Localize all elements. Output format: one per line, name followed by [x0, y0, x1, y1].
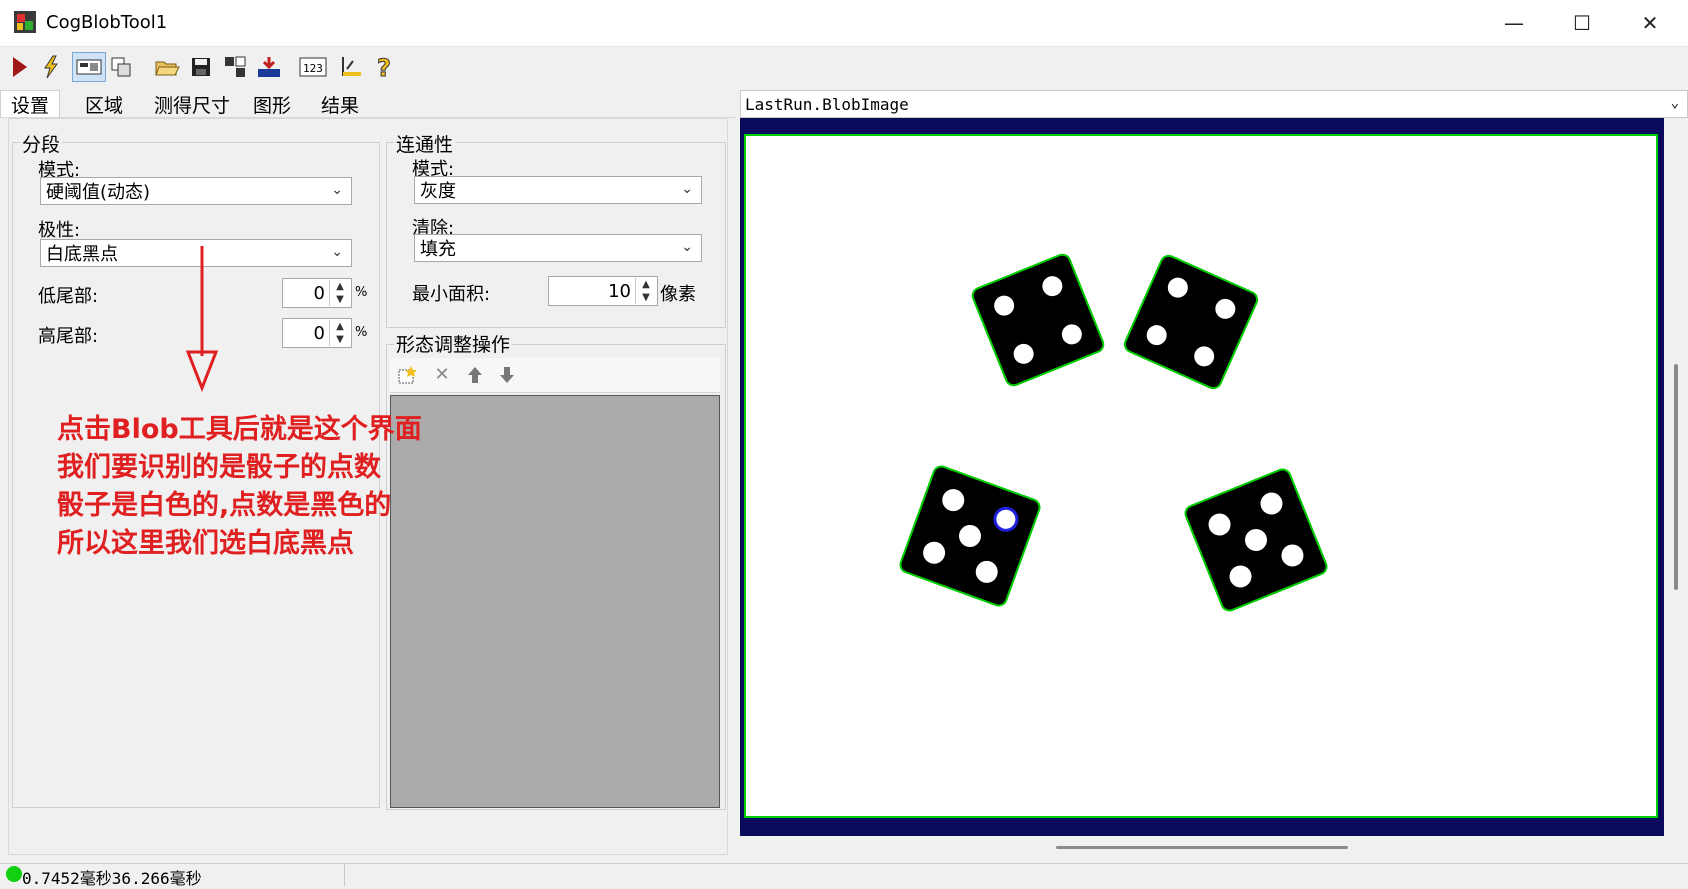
high-tail-label: 高尾部:	[38, 326, 99, 347]
polarity-value: 白底黑点	[46, 244, 118, 265]
tab-results[interactable]: 结果	[306, 90, 374, 118]
run-button[interactable]	[4, 52, 34, 82]
copy-image-icon	[111, 57, 131, 77]
help-icon: ?	[377, 54, 392, 80]
app-icon	[14, 11, 36, 33]
maximize-icon: ☐	[1573, 11, 1591, 35]
close-icon: ✕	[1641, 11, 1659, 35]
min-area-value: 10	[608, 280, 631, 302]
delete-operation-button[interactable]: ✕	[430, 364, 454, 388]
open-folder-icon	[155, 61, 180, 76]
close-button[interactable]: ✕	[1616, 0, 1684, 46]
chevron-down-icon: ⌄	[331, 182, 343, 198]
chevron-down-icon: ⌄	[681, 181, 693, 197]
tab-settings[interactable]: 设置	[0, 90, 60, 118]
chevron-down-icon: ⌄	[1670, 95, 1679, 111]
low-tail-input[interactable]: 0 ▲ ▼	[282, 278, 352, 308]
toggle-display-icon	[76, 59, 102, 75]
number-icon: 123	[299, 57, 327, 77]
electric-button[interactable]	[36, 52, 66, 82]
vertical-scrollbar[interactable]	[1674, 364, 1678, 590]
minimize-icon: —	[1504, 11, 1524, 35]
min-area-label: 最小面积:	[412, 284, 491, 305]
status-divider	[344, 864, 345, 886]
clean-select[interactable]: 填充 ⌄	[414, 234, 702, 262]
low-tail-percent: %	[355, 285, 368, 300]
save-icon	[192, 58, 210, 76]
conn-mode-value: 灰度	[420, 181, 456, 202]
title-bar	[0, 0, 1688, 47]
spin-arrows-icon[interactable]: ▲ ▼	[329, 280, 350, 306]
svg-text:123: 123	[303, 62, 323, 75]
min-area-input[interactable]: 10 ▲ ▼	[548, 276, 658, 306]
reset-button[interactable]	[220, 52, 250, 82]
annotation-line: 点击Blob工具后就是这个界面	[57, 414, 422, 445]
delete-icon: ✕	[434, 364, 450, 385]
load-button[interactable]	[254, 52, 284, 82]
number-button[interactable]: 123	[296, 52, 330, 82]
dice-image	[899, 253, 1328, 612]
move-down-button[interactable]	[496, 364, 520, 388]
blob-image	[744, 134, 1658, 818]
help-button[interactable]: ?	[370, 52, 400, 82]
chevron-down-icon: ⌄	[331, 244, 343, 260]
spin-arrows-icon[interactable]: ▲ ▼	[635, 278, 656, 304]
copy-image-button[interactable]	[106, 52, 136, 82]
spin-arrows-icon[interactable]: ▲ ▼	[329, 320, 350, 346]
image-selector[interactable]: LastRun.BlobImage ⌄	[740, 90, 1688, 118]
save-button[interactable]	[186, 52, 216, 82]
horizontal-scrollbar[interactable]	[1056, 846, 1348, 849]
seg-mode-select[interactable]: 硬阈值(动态) ⌄	[40, 177, 352, 205]
measure-button[interactable]	[336, 52, 366, 82]
min-area-unit: 像素	[660, 284, 696, 305]
segmentation-group-label: 分段	[20, 130, 63, 157]
connectivity-group-label: 连通性	[394, 130, 456, 157]
annotation-line: 所以这里我们选白底黑点	[57, 528, 354, 559]
image-selector-value: LastRun.BlobImage	[745, 94, 909, 114]
annotation-line: 我们要识别的是骰子的点数	[57, 452, 381, 483]
load-icon	[258, 57, 280, 77]
seg-mode-value: 硬阈值(动态)	[46, 182, 151, 203]
annotation-line: 骰子是白色的,点数是黑色的	[57, 490, 392, 521]
toggle-display-button[interactable]	[72, 52, 106, 82]
low-tail-value: 0	[313, 282, 325, 304]
high-tail-percent: %	[355, 325, 368, 340]
status-text: 0.7452毫秒36.266毫秒	[22, 869, 202, 888]
measure-icon	[342, 57, 361, 76]
arrow-down-icon	[500, 367, 514, 383]
electric-icon	[44, 55, 58, 79]
tab-graphics[interactable]: 图形	[238, 90, 306, 118]
tab-measurements[interactable]: 测得尺寸	[146, 90, 238, 118]
high-tail-value: 0	[313, 322, 325, 344]
run-icon	[13, 57, 27, 77]
reset-icon	[225, 56, 246, 77]
clean-value: 填充	[420, 239, 456, 260]
annotation-text: 点击Blob工具后就是这个界面 我们要识别的是骰子的点数 骰子是白色的,点数是黑…	[57, 411, 457, 563]
arrow-up-icon	[468, 367, 482, 383]
tab-region[interactable]: 区域	[70, 90, 138, 118]
annotation-arrow	[185, 246, 219, 392]
status-indicator-icon	[6, 866, 22, 882]
move-up-button[interactable]	[464, 364, 488, 388]
conn-mode-select[interactable]: 灰度 ⌄	[414, 176, 702, 204]
open-button[interactable]	[152, 52, 182, 82]
status-bar	[0, 863, 1688, 887]
svg-text:?: ?	[377, 54, 391, 80]
minimize-button[interactable]: —	[1480, 0, 1548, 46]
high-tail-input[interactable]: 0 ▲ ▼	[282, 318, 352, 348]
add-operation-button[interactable]	[396, 364, 420, 388]
low-tail-label: 低尾部:	[38, 286, 99, 307]
morphology-group-label: 形态调整操作	[394, 330, 513, 357]
add-icon	[398, 366, 417, 384]
window-title: CogBlobTool1	[46, 12, 168, 33]
chevron-down-icon: ⌄	[681, 239, 693, 255]
maximize-button[interactable]: ☐	[1548, 0, 1616, 46]
